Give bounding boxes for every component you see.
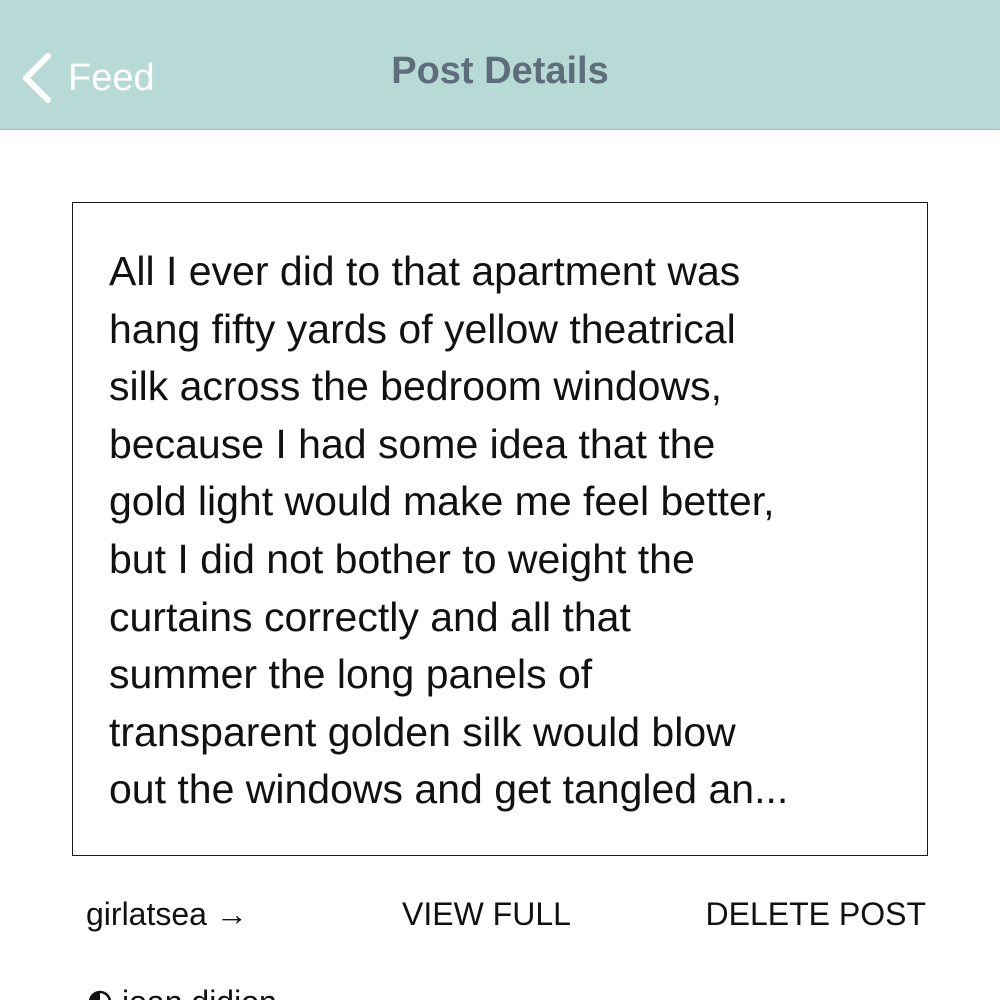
page-title: Post Details	[391, 50, 609, 92]
source-row: joan didion	[88, 982, 277, 1000]
post-card: All I ever did to that apartment was han…	[72, 202, 928, 856]
post-text: All I ever did to that apartment was han…	[109, 248, 789, 813]
half-circle-icon	[88, 990, 112, 1000]
source-label[interactable]: joan didion	[122, 984, 277, 1000]
author-link[interactable]: girlatsea →	[86, 896, 248, 933]
chevron-left-icon	[23, 53, 51, 103]
view-full-button[interactable]: VIEW FULL	[402, 896, 571, 933]
back-label: Feed	[68, 57, 155, 99]
delete-post-button[interactable]: DELETE POST	[706, 896, 927, 933]
back-button[interactable]: Feed	[20, 50, 155, 106]
navigation-bar: Feed Post Details	[0, 0, 1000, 130]
post-actions: girlatsea → VIEW FULL DELETE POST	[0, 890, 1000, 938]
